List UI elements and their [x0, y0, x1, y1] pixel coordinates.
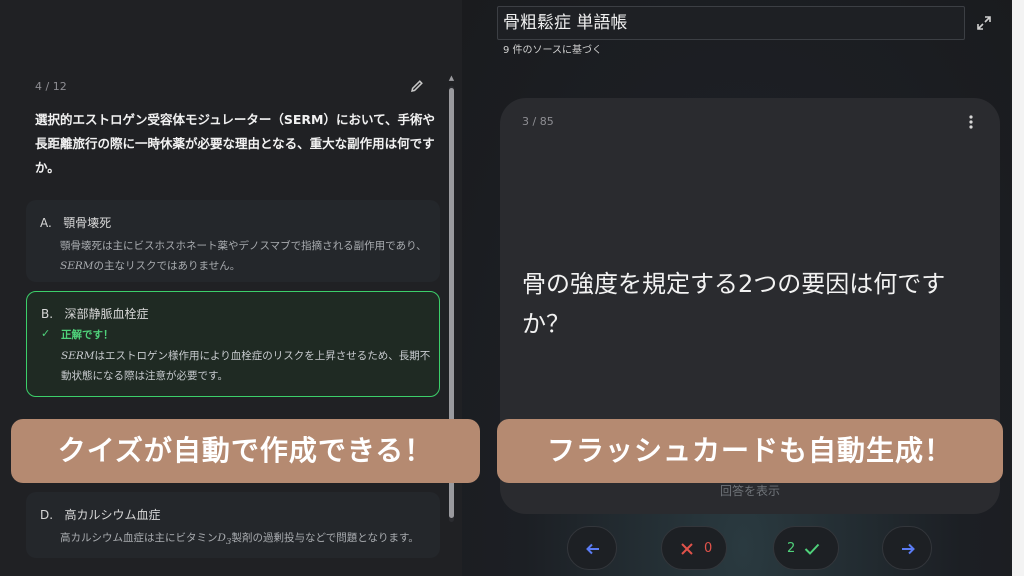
arrow-left-icon — [586, 543, 599, 555]
option-label: B. 深部静脈血栓症 — [41, 307, 149, 321]
quiz-question: 選択的エストロゲン受容体モジュレーター（SERM）において、手術や長距離旅行の際… — [35, 112, 435, 175]
arrow-right-icon — [902, 543, 915, 555]
scroll-up-icon[interactable]: ▲ — [447, 74, 456, 82]
card-counter: 3 / 85 — [522, 115, 554, 128]
edge-strip — [1012, 0, 1024, 576]
option-label: A. 顎骨壊死 — [40, 216, 112, 230]
check-icon: ✓ — [41, 327, 51, 340]
card-question: 骨の強度を規定する2つの要因は何ですか？ — [522, 270, 946, 338]
quiz-option-a[interactable]: A. 顎骨壊死 顎骨壊死は主にビスホスホネート薬やデノスマブで指摘される副作用で… — [26, 200, 440, 282]
correct-status: 正解です！ — [61, 329, 114, 341]
notebook-title[interactable]: 骨粗鬆症 単語帳 — [497, 6, 965, 40]
option-label: D. 高カルシウム血症 — [40, 508, 161, 522]
quiz-counter: 4 / 12 — [35, 80, 67, 93]
quiz-feature-banner: クイズが自動で作成できる！ — [11, 419, 480, 483]
quiz-option-b-correct[interactable]: B. 深部静脈血栓症 ✓ 正解です！ SERMはエストロゲン様作用により血栓症の… — [26, 291, 440, 397]
option-explanation: 顎骨壊死は主にビスホスホネート薬やデノスマブで指摘される副作用であり、SERMの… — [60, 240, 427, 272]
check-icon — [804, 543, 820, 555]
mark-wrong-button[interactable]: 0 — [661, 526, 727, 570]
quiz-option-d[interactable]: D. 高カルシウム血症 高カルシウム血症は主にビタミンD3製剤の過剰投与などで問… — [26, 492, 440, 558]
option-explanation: SERMはエストロゲン様作用により血栓症のリスクを上昇させるため、長期不動状態に… — [61, 350, 431, 382]
flashcard-feature-banner: フラッシュカードも自動生成！ — [497, 419, 1003, 483]
option-explanation: 高カルシウム血症は主にビタミンD3製剤の過剰投与などで問題となります。 — [60, 532, 419, 548]
quiz-panel: 4 / 12 選択的エストロゲン受容体モジュレーター（SERM）において、手術や… — [0, 0, 462, 576]
wrong-count: 0 — [704, 541, 713, 556]
expand-icon[interactable] — [975, 14, 993, 32]
close-icon — [681, 543, 693, 555]
next-card-button[interactable] — [882, 526, 932, 570]
reveal-answer-button[interactable]: 回答を表示 — [500, 482, 1000, 499]
source-note: 9 件のソースに基づく — [503, 45, 603, 56]
correct-count: 2 — [787, 541, 796, 556]
more-vert-icon[interactable] — [966, 114, 976, 130]
mark-correct-button[interactable]: 2 — [773, 526, 839, 570]
previous-card-button[interactable] — [567, 526, 617, 570]
edit-icon[interactable] — [409, 78, 425, 94]
